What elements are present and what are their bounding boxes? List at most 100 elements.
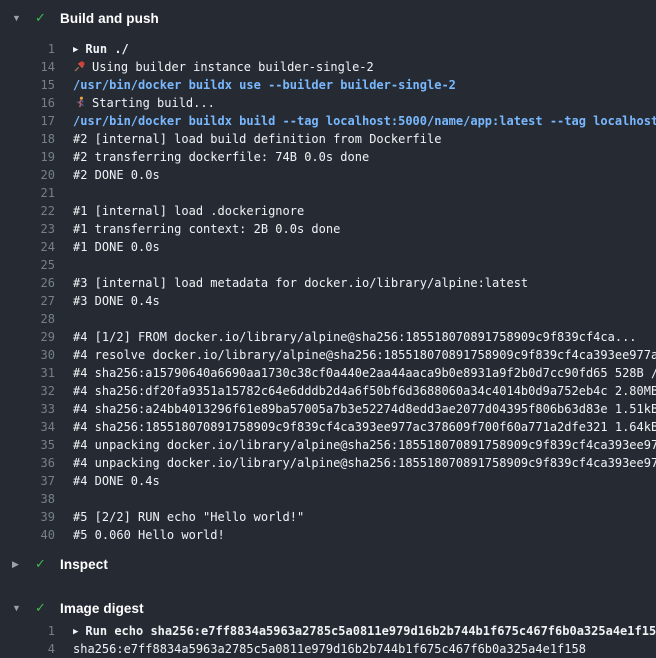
chevron-down-icon[interactable]: ▼ <box>12 603 24 613</box>
log-line-text: #4 sha256:df20fa9351a15782c64e6dddb2d4a6… <box>55 382 656 400</box>
chevron-down-icon[interactable]: ▼ <box>12 13 24 23</box>
section-toggle-inspect[interactable]: ▶ ✓ Inspect <box>0 554 656 574</box>
log-line: 4sha256:e7ff8834a5963a2785c5a0811e979d16… <box>0 640 656 658</box>
log-line: 19#2 transferring dockerfile: 74B 0.0s d… <box>0 148 656 166</box>
section-spacer <box>0 574 656 598</box>
line-number-link[interactable]: 35 <box>0 436 55 454</box>
log-line-text: #5 0.060 Hello world! <box>55 526 225 544</box>
chevron-right-icon[interactable]: ▶ <box>12 559 24 570</box>
log-line-text: Starting build... <box>55 94 215 112</box>
log-line-text: sha256:e7ff8834a5963a2785c5a0811e979d16b… <box>55 640 586 658</box>
line-number-link[interactable]: 28 <box>0 310 55 328</box>
log-line-text <box>55 310 73 328</box>
line-number-link[interactable]: 38 <box>0 490 55 508</box>
section-log-lines: 1▶Run ./14Using builder instance builder… <box>0 40 656 544</box>
log-line: 30#4 resolve docker.io/library/alpine@sh… <box>0 346 656 364</box>
check-icon: ✓ <box>33 556 48 572</box>
log-line-text: #2 transferring dockerfile: 74B 0.0s don… <box>55 148 369 166</box>
log-line: 22#1 [internal] load .dockerignore <box>0 202 656 220</box>
line-number-link[interactable]: 40 <box>0 526 55 544</box>
log-line-text <box>55 184 73 202</box>
line-number-link[interactable]: 14 <box>0 58 55 76</box>
log-line-text: #4 DONE 0.4s <box>55 472 160 490</box>
log-line-text: #2 DONE 0.0s <box>55 166 160 184</box>
line-number-link[interactable]: 27 <box>0 292 55 310</box>
log-line: 35#4 unpacking docker.io/library/alpine@… <box>0 436 656 454</box>
play-icon: ▶ <box>73 41 78 58</box>
log-line-text: Using builder instance builder-single-2 <box>55 58 374 76</box>
log-section-build-and-push: ▼✓Build and push1▶Run ./14Using builder … <box>0 8 656 544</box>
line-number-link[interactable]: 29 <box>0 328 55 346</box>
line-number-link[interactable]: 37 <box>0 472 55 490</box>
section-spacer <box>0 544 656 554</box>
log-line-text <box>55 490 73 508</box>
line-number-link[interactable]: 1 <box>0 622 55 640</box>
line-number-link[interactable]: 25 <box>0 256 55 274</box>
line-number-link[interactable]: 4 <box>0 640 55 658</box>
line-number-link[interactable]: 15 <box>0 76 55 94</box>
line-number-link[interactable]: 36 <box>0 454 55 472</box>
line-number-link[interactable]: 22 <box>0 202 55 220</box>
line-number-link[interactable]: 20 <box>0 166 55 184</box>
log-line: 36#4 unpacking docker.io/library/alpine@… <box>0 454 656 472</box>
line-number-link[interactable]: 23 <box>0 220 55 238</box>
log-line-text: #4 sha256:185518070891758909c9f839cf4ca3… <box>55 418 656 436</box>
play-icon: ▶ <box>73 623 78 640</box>
line-number-link[interactable]: 32 <box>0 382 55 400</box>
line-number-link[interactable]: 26 <box>0 274 55 292</box>
check-icon: ✓ <box>33 10 48 26</box>
log-line: 34#4 sha256:185518070891758909c9f839cf4c… <box>0 418 656 436</box>
log-line-text: /usr/bin/docker buildx use --builder bui… <box>55 76 456 94</box>
log-line: 24#1 DONE 0.0s <box>0 238 656 256</box>
log-line-text: #2 [internal] load build definition from… <box>55 130 441 148</box>
log-line: 37#4 DONE 0.4s <box>0 472 656 490</box>
line-number-link[interactable]: 16 <box>0 94 55 112</box>
log-line: 15/usr/bin/docker buildx use --builder b… <box>0 76 656 94</box>
log-line-text <box>55 256 73 274</box>
line-number-link[interactable]: 24 <box>0 238 55 256</box>
log-line: 1▶Run echo sha256:e7ff8834a5963a2785c5a0… <box>0 622 656 640</box>
log-line: 29#4 [1/2] FROM docker.io/library/alpine… <box>0 328 656 346</box>
section-title: Build and push <box>60 11 159 26</box>
log-line: 31#4 sha256:a15790640a6690aa1730c38cf0a4… <box>0 364 656 382</box>
log-line-text: #1 [internal] load .dockerignore <box>55 202 304 220</box>
log-line-text: #4 unpacking docker.io/library/alpine@sh… <box>55 454 656 472</box>
section-toggle-build-and-push[interactable]: ▼ ✓ Build and push <box>0 8 656 28</box>
log-line-text: #1 DONE 0.0s <box>55 238 160 256</box>
log-line-text: #1 transferring context: 2B 0.0s done <box>55 220 340 238</box>
check-icon: ✓ <box>33 600 48 616</box>
log-line: 17/usr/bin/docker buildx build --tag loc… <box>0 112 656 130</box>
log-line: 27#3 DONE 0.4s <box>0 292 656 310</box>
line-number-link[interactable]: 19 <box>0 148 55 166</box>
log-line-text: #4 [1/2] FROM docker.io/library/alpine@s… <box>55 328 637 346</box>
log-line: 38 <box>0 490 656 508</box>
log-line-text: ▶Run echo sha256:e7ff8834a5963a2785c5a08… <box>55 622 656 640</box>
line-number-link[interactable]: 17 <box>0 112 55 130</box>
line-number-link[interactable]: 33 <box>0 400 55 418</box>
log-line-text: #3 DONE 0.4s <box>55 292 160 310</box>
log-line: 1▶Run ./ <box>0 40 656 58</box>
log-line: 28 <box>0 310 656 328</box>
log-line-text: #4 resolve docker.io/library/alpine@sha2… <box>55 346 656 364</box>
log-line: 33#4 sha256:a24bb4013296f61e89ba57005a7b… <box>0 400 656 418</box>
log-line-text: #4 sha256:a24bb4013296f61e89ba57005a7b3e… <box>55 400 656 418</box>
section-toggle-image-digest[interactable]: ▼ ✓ Image digest <box>0 598 656 618</box>
line-number-link[interactable]: 31 <box>0 364 55 382</box>
log-line: 32#4 sha256:df20fa9351a15782c64e6dddb2d4… <box>0 382 656 400</box>
log-line: 39#5 [2/2] RUN echo "Hello world!" <box>0 508 656 526</box>
line-number-link[interactable]: 30 <box>0 346 55 364</box>
line-number-link[interactable]: 39 <box>0 508 55 526</box>
section-title: Image digest <box>60 601 144 616</box>
log-line: 16Starting build... <box>0 94 656 112</box>
line-number-link[interactable]: 34 <box>0 418 55 436</box>
section-title: Inspect <box>60 557 108 572</box>
log-section-inspect: ▶ ✓ Inspect <box>0 554 656 574</box>
pushpin-icon <box>73 60 86 76</box>
workflow-log-viewer: ▼✓Build and push1▶Run ./14Using builder … <box>0 8 656 658</box>
line-number-link[interactable]: 1 <box>0 40 55 58</box>
log-line-text: /usr/bin/docker buildx build --tag local… <box>55 112 656 130</box>
line-number-link[interactable]: 18 <box>0 130 55 148</box>
log-line: 21 <box>0 184 656 202</box>
line-number-link[interactable]: 21 <box>0 184 55 202</box>
log-line-text: #4 sha256:a15790640a6690aa1730c38cf0a440… <box>55 364 656 382</box>
